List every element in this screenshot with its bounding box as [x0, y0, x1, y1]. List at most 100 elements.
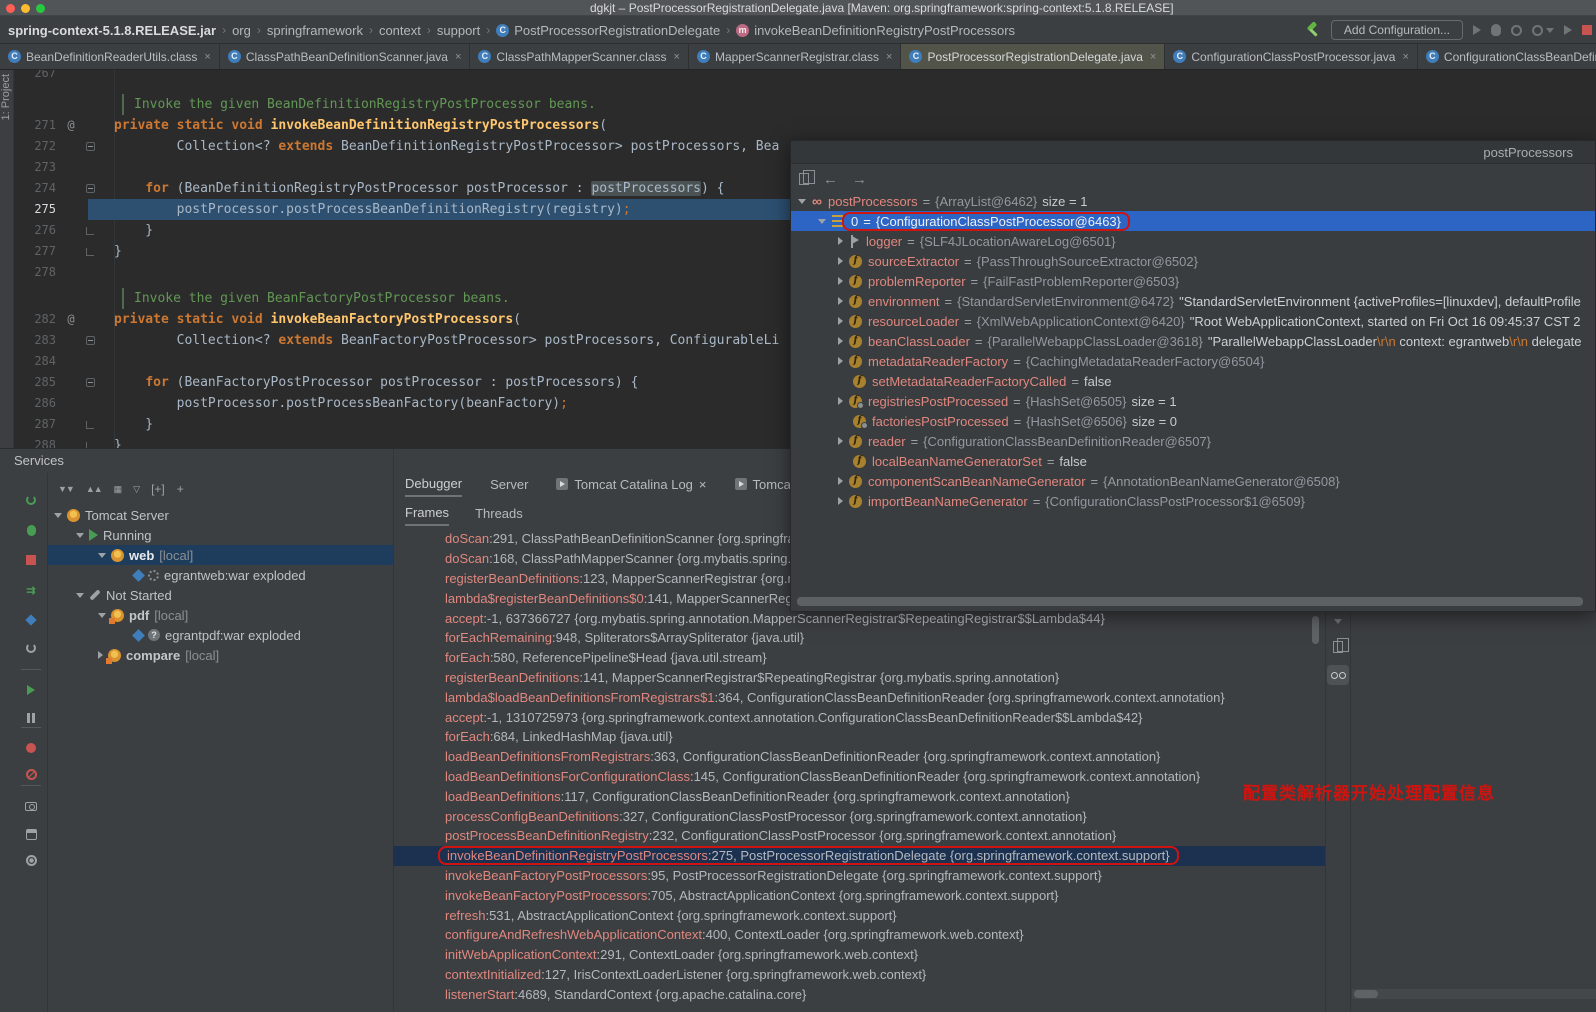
pause-icon[interactable] [22, 709, 40, 727]
services-diamond-icon[interactable] [22, 611, 40, 629]
stack-frame-row[interactable]: forEach:684, LinkedHashMap {java.util} [393, 727, 1325, 747]
fold-marker-icon[interactable] [80, 136, 100, 157]
popup-scrollbar[interactable] [797, 597, 1583, 606]
variable-row[interactable]: fproblemReporter={FailFastProblemReporte… [791, 271, 1595, 291]
stack-frame-row[interactable]: postProcessBeanDefinitionRegistry:232, C… [393, 826, 1325, 846]
close-icon[interactable]: × [1402, 51, 1408, 63]
expand-all-icon[interactable]: ▼▼ [58, 484, 74, 494]
breadcrumb-item[interactable]: context [379, 23, 421, 38]
variable-row[interactable]: fimportBeanNameGenerator={ConfigurationC… [791, 491, 1595, 511]
variable-row[interactable]: freader={ConfigurationClassBeanDefinitio… [791, 431, 1595, 451]
stack-frame-row[interactable]: listenerStart:4689, StandardContext {org… [393, 984, 1325, 1004]
service-node[interactable]: web[local] [48, 545, 393, 565]
variable-row[interactable]: fbeanClassLoader={ParallelWebappClassLoa… [791, 331, 1595, 351]
stack-frame-row[interactable]: loadBeanDefinitions:117, ConfigurationCl… [393, 786, 1325, 806]
debugger-tab[interactable]: Debugger [405, 476, 462, 497]
stack-frame-row[interactable]: registerBeanDefinitions:141, MapperScann… [393, 668, 1325, 688]
stripe-item-project[interactable]: 1: Project [0, 74, 14, 120]
fold-marker-icon[interactable] [80, 241, 100, 262]
add-configuration-button[interactable]: Add Configuration... [1331, 20, 1463, 40]
editor-tab[interactable]: CClassPathBeanDefinitionScanner.java× [220, 44, 471, 69]
fold-marker-icon[interactable] [80, 178, 100, 199]
caret-down-icon[interactable] [1327, 619, 1349, 624]
chevron-right-icon[interactable] [838, 357, 843, 365]
forward-arrow-icon[interactable]: → [852, 171, 867, 188]
stack-frame-row[interactable]: initWebApplicationContext:291, ContextLo… [393, 945, 1325, 965]
breadcrumb-item[interactable]: CPostProcessorRegistrationDelegate [496, 23, 720, 38]
close-icon[interactable]: × [674, 51, 680, 63]
fold-marker-icon[interactable] [80, 435, 100, 448]
run-icon[interactable] [1564, 25, 1572, 35]
editor-tab[interactable]: CClassPathMapperScanner.class× [470, 44, 689, 69]
chevron-right-icon[interactable] [838, 297, 843, 305]
add-service-frame-icon[interactable]: [+] [151, 482, 165, 496]
rerun-arrows-icon[interactable]: ⇉ [22, 581, 40, 599]
close-icon[interactable]: × [1150, 51, 1156, 63]
chevron-right-icon[interactable] [838, 477, 843, 485]
copy-stack-icon[interactable] [1327, 641, 1349, 653]
settings-gear-icon[interactable] [22, 851, 40, 869]
mute-breakpoints-icon[interactable] [22, 765, 40, 783]
back-arrow-icon[interactable]: ← [823, 171, 838, 188]
stack-frame-row[interactable]: forEach:580, ReferencePipeline$Head {jav… [393, 648, 1325, 668]
service-node[interactable]: Not Started [48, 585, 393, 605]
breadcrumb-item[interactable]: springframework [267, 23, 363, 38]
variable-row[interactable]: ∞postProcessors={ArrayList@6462}size = 1 [791, 191, 1595, 211]
chevron-right-icon[interactable] [838, 337, 843, 345]
stack-frame-row[interactable]: refresh:531, AbstractApplicationContext … [393, 905, 1325, 925]
minimize-window-icon[interactable] [21, 4, 30, 13]
chevron-down-icon[interactable] [76, 593, 84, 598]
chevron-right-icon[interactable] [838, 397, 843, 405]
run-icon[interactable] [1473, 25, 1481, 35]
rerun-debug-icon[interactable] [22, 521, 40, 539]
chevron-down-icon[interactable] [798, 199, 806, 204]
breadcrumb-item[interactable]: spring-context-5.1.8.RELEASE.jar [8, 23, 216, 38]
coverage-icon[interactable] [1532, 25, 1543, 36]
chevron-right-icon[interactable] [98, 651, 103, 659]
breadcrumb-item[interactable]: minvokeBeanDefinitionRegistryPostProcess… [736, 23, 1015, 38]
service-node[interactable]: Tomcat Server [48, 505, 393, 525]
close-icon[interactable]: × [455, 51, 461, 63]
layout-icon[interactable] [22, 825, 40, 843]
close-icon[interactable]: × [699, 477, 707, 492]
chevron-down-icon[interactable] [98, 553, 106, 558]
service-node[interactable]: ?egrantpdf:war exploded [48, 625, 393, 645]
chevron-right-icon[interactable] [838, 437, 843, 445]
scrollbar-thumb[interactable] [1354, 990, 1378, 998]
plus-icon[interactable]: + [177, 482, 184, 496]
stack-frame-row[interactable]: invokeBeanDefinitionRegistryPostProcesso… [393, 846, 1325, 866]
stack-frame-row[interactable]: configureAndRefreshWebApplicationContext… [393, 925, 1325, 945]
stack-frame-row[interactable]: loadBeanDefinitionsFromRegistrars:363, C… [393, 747, 1325, 767]
variable-row[interactable]: fmetadataReaderFactory={CachingMetadataR… [791, 351, 1595, 371]
scrollbar-track[interactable] [1352, 989, 1596, 999]
fold-marker-icon[interactable] [80, 372, 100, 393]
stack-frame-row[interactable]: lambda$loadBeanDefinitionsFromRegistrars… [393, 687, 1325, 707]
chevron-down-icon[interactable] [76, 533, 84, 538]
service-node[interactable]: Running [48, 525, 393, 545]
service-node[interactable]: pdf[local] [48, 605, 393, 625]
stack-frame-row[interactable]: invokeBeanFactoryPostProcessors:705, Abs… [393, 885, 1325, 905]
service-node[interactable]: egrantweb:war exploded [48, 565, 393, 585]
chevron-down-icon[interactable] [98, 613, 106, 618]
chevron-down-icon[interactable] [54, 513, 62, 518]
variable-row[interactable]: fenvironment={StandardServletEnvironment… [791, 291, 1595, 311]
debugger-tab[interactable]: Server [490, 477, 528, 496]
variable-row[interactable]: fregistriesPostProcessed={HashSet@6505}s… [791, 391, 1595, 411]
editor-line[interactable]: 267 [14, 70, 1596, 84]
stack-frame-row[interactable]: processConfigBeanDefinitions:327, Config… [393, 806, 1325, 826]
stack-frame-row[interactable]: loadBeanDefinitionsForConfigurationClass… [393, 767, 1325, 787]
stack-frame-row[interactable]: forEachRemaining:948, Spliterators$Array… [393, 628, 1325, 648]
chevron-right-icon[interactable] [838, 257, 843, 265]
caret-down-icon[interactable] [1546, 28, 1554, 33]
variable-row[interactable]: fcomponentScanBeanNameGenerator={Annotat… [791, 471, 1595, 491]
stack-frame-row[interactable]: invokeBeanFactoryPostProcessors:95, Post… [393, 866, 1325, 886]
filter-icon[interactable]: ▽ [133, 484, 139, 495]
editor-tab[interactable]: CConfigurationClassBeanDefinitionReader.… [1418, 44, 1596, 69]
group-by-icon[interactable]: ▦ [114, 484, 122, 495]
watch-glasses-icon[interactable] [1327, 665, 1349, 685]
stop-icon[interactable] [22, 551, 40, 569]
chevron-right-icon[interactable] [838, 277, 843, 285]
variable-row[interactable]: fsourceExtractor={PassThroughSourceExtra… [791, 251, 1595, 271]
copy-frame-icon[interactable] [799, 173, 809, 185]
maximize-window-icon[interactable] [36, 4, 45, 13]
